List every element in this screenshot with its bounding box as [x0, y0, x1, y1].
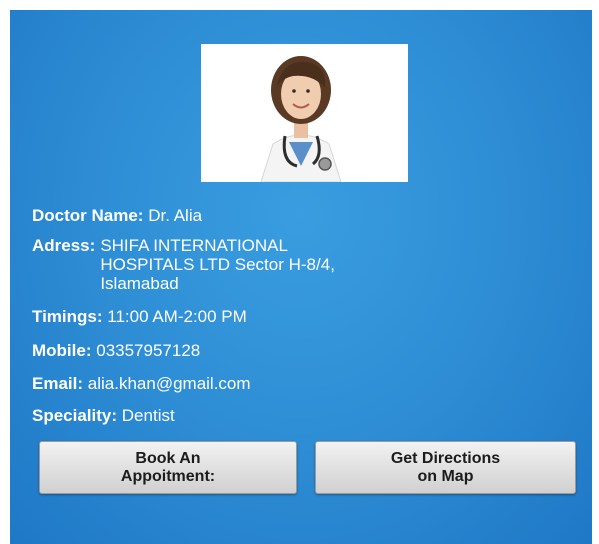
speciality-row: Speciality: Dentist	[32, 406, 175, 425]
mobile-value: 03357957128	[96, 341, 201, 360]
doctor-name-label: Doctor Name:	[32, 206, 144, 225]
mobile-row: Mobile: 03357957128	[32, 341, 200, 360]
doctor-name-value: Dr. Alia	[148, 206, 203, 225]
email-label: Email:	[32, 374, 84, 393]
address-row: Adress: SHIFA INTERNATIONAL HOSPITALS LT…	[32, 236, 430, 293]
timings-value: 11:00 AM-2:00 PM	[107, 307, 247, 326]
mobile-label: Mobile:	[32, 341, 92, 360]
email-row: Email: alia.khan@gmail.com	[32, 374, 251, 393]
doctor-photo	[201, 44, 408, 182]
doctor-name-row: Doctor Name: Dr. Alia	[32, 206, 202, 225]
doctor-portrait-icon	[201, 44, 408, 182]
speciality-value: Dentist	[121, 406, 175, 425]
doctor-profile-screen: Doctor Name: Dr. Alia Adress: SHIFA INTE…	[10, 10, 592, 544]
get-directions-button[interactable]: Get Directions on Map	[315, 441, 576, 494]
timings-label: Timings:	[32, 307, 103, 326]
address-label: Adress:	[32, 236, 96, 255]
timings-row: Timings: 11:00 AM-2:00 PM	[32, 307, 247, 326]
book-appointment-button[interactable]: Book An Appoitment:	[39, 441, 297, 494]
speciality-label: Speciality:	[32, 406, 118, 425]
email-value: alia.khan@gmail.com	[87, 374, 251, 393]
address-value: SHIFA INTERNATIONAL HOSPITALS LTD Sector…	[100, 236, 335, 293]
